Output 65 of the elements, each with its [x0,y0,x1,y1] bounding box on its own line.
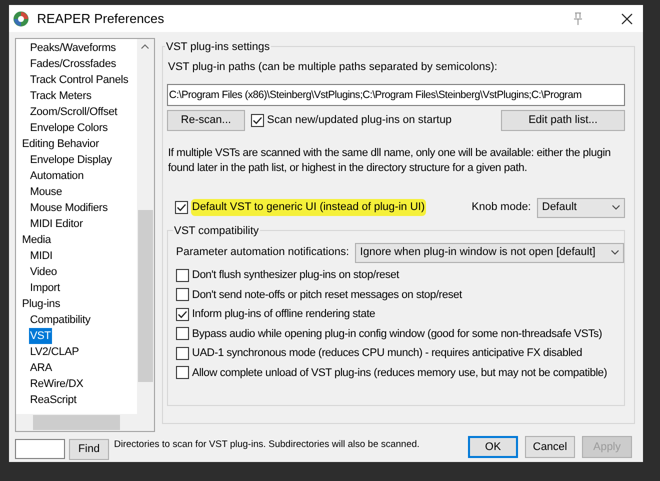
dialog-button[interactable]: Cancel [525,436,575,458]
tree-item[interactable]: Envelope Colors [29,120,109,136]
rescan-button[interactable]: Re-scan... [167,110,245,130]
find-field[interactable] [15,439,65,459]
checkbox[interactable] [176,268,189,282]
scrollbar-thumb[interactable] [33,415,120,430]
checkbox[interactable] [175,201,188,214]
tree-item[interactable]: Mouse [29,184,64,200]
tree-item[interactable]: Plug-ins [21,296,62,312]
checkbox-label: Allow complete unload of VST plug-ins (reduces memory use, but may not be compatible) [192,366,608,380]
checkbox[interactable] [251,114,264,126]
tree-item[interactable]: Media [21,232,52,248]
tree-item[interactable]: Mouse Modifiers [29,200,109,216]
app-logo-icon [13,10,29,26]
info-text: If multiple VSTs are scanned with the same dll name, only one will be available: either the plugin found later in the path list, or highest in the directory structure for a given path. [168,146,612,176]
tree-item[interactable]: MIDI Editor [29,216,84,232]
tree-item[interactable]: Import [29,280,61,296]
scroll-up-icon[interactable] [141,44,149,49]
tree-item[interactable]: Envelope Display [29,152,113,168]
group-title: VST plug-ins settings [165,39,271,56]
tree-item[interactable]: LV2/CLAP [29,344,80,360]
pin-icon[interactable] [571,12,585,26]
find-button[interactable]: Find [69,439,109,460]
paths-label: VST plug-in paths (can be multiple paths separated by semicolons): [168,60,498,75]
close-icon[interactable] [621,12,633,24]
tree-item[interactable]: Compatibility [29,312,92,328]
tree-item[interactable]: ARA [29,360,54,376]
scrollbar-thumb[interactable] [138,210,153,382]
checkbox[interactable] [176,366,189,380]
paths-field[interactable]: C:\Program Files (x86)\Steinberg\VstPlugins;C:\Program Files\Steinberg\VstPlugins;C:\Program [167,84,625,106]
tree-item[interactable]: Editing Behavior [21,136,100,152]
parameter-automation-label: Parameter automation notifications: [176,245,350,260]
tree-item[interactable]: ReaScript [29,392,78,408]
chevron-icon [612,205,620,210]
hint-text: Directories to scan for VST plug-ins. Subdirectories will also be scanned. [114,438,420,452]
parameter-automation-dropdown[interactable]: Ignore when plug-in window is not open [default] [355,242,624,262]
checkbox-label: Don't send note-offs or pitch reset messages on stop/reset [192,288,462,302]
checkbox-label: Inform plug-ins of offline rendering state [192,307,376,322]
knob-mode-label: Knob mode: [472,200,531,216]
tree-item[interactable]: Peaks/Waveforms [29,40,117,56]
tree-item[interactable]: ReWire/DX [29,376,84,392]
tree-item[interactable]: Automation [29,168,85,184]
checkbox[interactable] [176,308,189,321]
tree-item[interactable]: Fades/Crossfades [29,56,118,72]
checkbox-label: Default VST to generic UI (instead of plug-in UI) [191,199,426,216]
checkbox-label: Bypass audio while opening plug-in config window (good for some non-threadsafe VSTs) [192,326,602,342]
tree-item[interactable]: VST [29,328,52,344]
tree-item[interactable]: MIDI [29,248,54,264]
tree-item[interactable]: Zoom/Scroll/Offset [29,104,118,120]
checkbox-label: Scan new/updated plug-ins on startup [267,112,452,128]
tree-item[interactable]: Video [29,264,58,280]
tree-item[interactable]: Track Control Panels [29,72,130,88]
knob-mode-dropdown[interactable]: Default [537,198,625,218]
edit-path-button[interactable]: Edit path list... [501,110,625,130]
checkbox-label: UAD-1 synchronous mode (reduces CPU munch) - requires anticipative FX disabled [192,346,582,361]
vertical-scrollbar[interactable] [137,39,154,415]
tree-item[interactable]: Track Meters [29,88,92,104]
chevron-icon [611,250,620,255]
checkbox-label: Don't flush synthesizer plug-ins on stop/reset [192,268,400,283]
checkbox[interactable] [176,288,189,302]
dialog-button[interactable]: OK [468,436,518,458]
horizontal-scrollbar[interactable] [16,414,154,431]
checkbox[interactable] [176,346,189,360]
window-title: REAPER Preferences [37,10,164,28]
checkbox[interactable] [176,327,189,340]
